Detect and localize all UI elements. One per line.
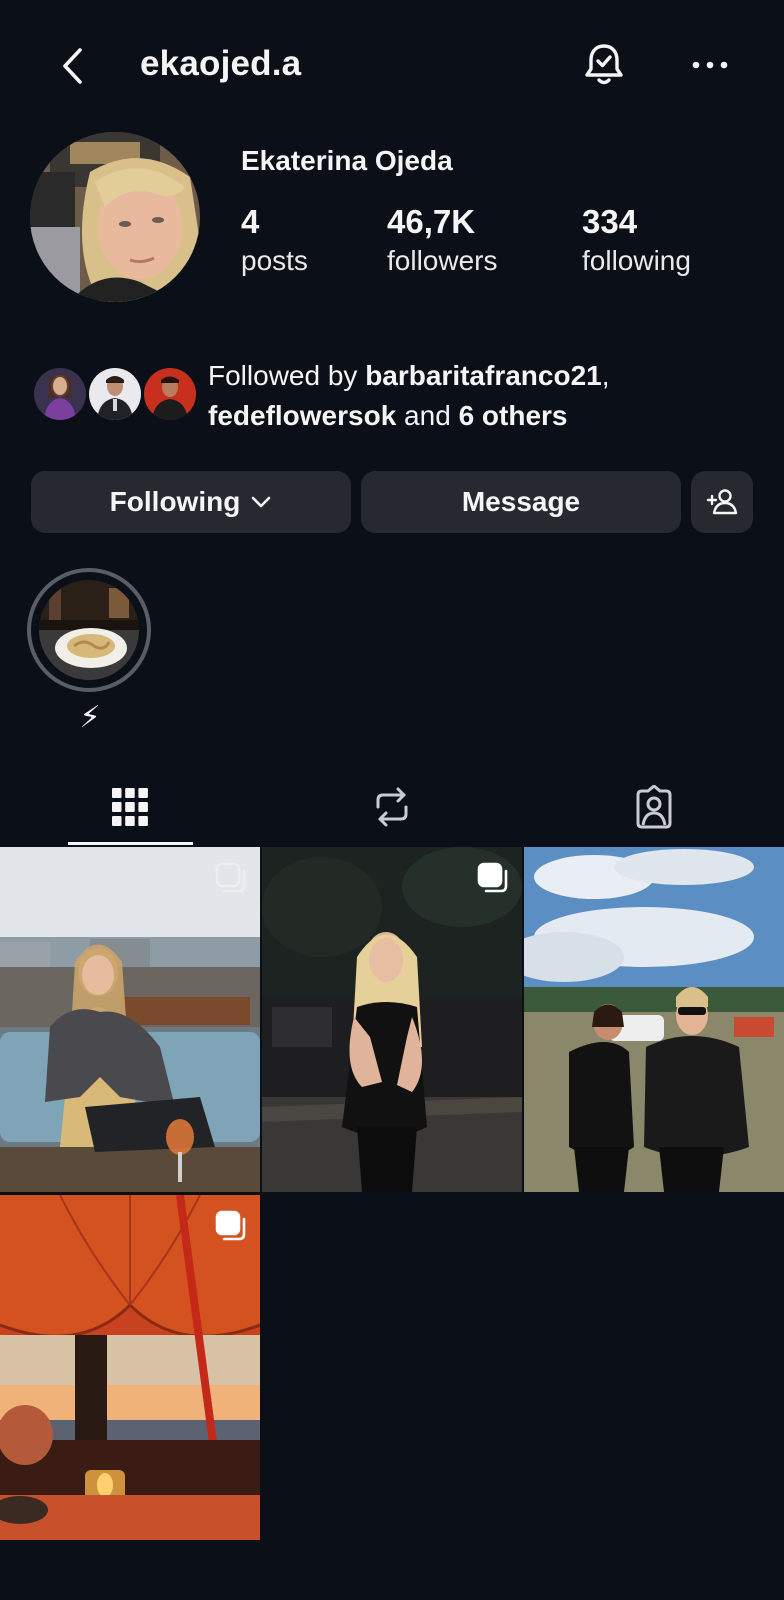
suggested-users-button[interactable] bbox=[691, 471, 753, 533]
followers-label: followers bbox=[387, 245, 498, 276]
multiple-photos-icon bbox=[215, 1210, 246, 1241]
story-highlight[interactable] bbox=[27, 568, 151, 692]
multiple-photos-icon bbox=[477, 862, 508, 893]
following-button[interactable]: Following bbox=[31, 471, 351, 533]
tab-tagged[interactable] bbox=[524, 770, 784, 844]
followed-by-and: and bbox=[396, 400, 459, 431]
tagged-user-icon bbox=[636, 785, 672, 829]
story-highlight-cover bbox=[39, 580, 139, 680]
active-tab-indicator bbox=[68, 842, 193, 845]
multiple-photos-icon bbox=[215, 862, 246, 893]
add-user-icon bbox=[706, 489, 738, 515]
followed-by-separator: , bbox=[601, 360, 610, 391]
mutual-follower-avatar[interactable] bbox=[86, 365, 144, 423]
notifications-button[interactable] bbox=[582, 42, 626, 88]
profile-avatar[interactable] bbox=[30, 132, 200, 302]
chevron-left-icon bbox=[63, 48, 82, 84]
profile-full-name: Ekaterina Ojeda bbox=[241, 145, 453, 176]
mutual-others-count: 6 others bbox=[458, 400, 568, 431]
bell-check-icon bbox=[585, 44, 623, 85]
tab-reposts[interactable] bbox=[262, 770, 522, 844]
post-thumbnail[interactable] bbox=[262, 847, 522, 1192]
following-stat[interactable]: 334 following bbox=[582, 203, 691, 279]
grid-icon bbox=[112, 788, 148, 826]
profile-username: ekaojed.a bbox=[140, 44, 302, 83]
mutual-follower-avatar[interactable] bbox=[31, 365, 89, 423]
message-button[interactable]: Message bbox=[361, 471, 681, 533]
followers-count: 46,7K bbox=[387, 203, 476, 240]
posts-stat[interactable]: 4 posts bbox=[241, 203, 308, 279]
back-button[interactable] bbox=[52, 44, 92, 88]
mutual-username: barbaritafranco21 bbox=[365, 360, 602, 391]
post-thumbnail[interactable] bbox=[0, 847, 260, 1192]
chevron-down-icon bbox=[252, 496, 271, 508]
mutual-username: fedeflowersok bbox=[208, 400, 397, 431]
followed-by-text[interactable]: Followed by barbaritafranco21, fedeflower… bbox=[208, 356, 768, 436]
more-horizontal-icon bbox=[692, 61, 728, 69]
mutual-follower-avatar[interactable] bbox=[141, 365, 199, 423]
message-button-label: Message bbox=[461, 486, 581, 517]
followers-stat[interactable]: 46,7K followers bbox=[387, 203, 497, 279]
repost-icon bbox=[376, 787, 408, 827]
post-thumbnail[interactable] bbox=[0, 1195, 260, 1540]
story-highlight-label: ⚡ bbox=[79, 701, 101, 734]
posts-count: 4 bbox=[241, 203, 260, 240]
followed-by-prefix: Followed by bbox=[208, 360, 366, 391]
following-button-label: Following bbox=[109, 486, 241, 517]
tab-posts-grid[interactable] bbox=[0, 770, 260, 844]
following-label: following bbox=[582, 245, 691, 276]
post-thumbnail[interactable] bbox=[524, 847, 784, 1192]
following-count: 334 bbox=[582, 203, 638, 240]
posts-label: posts bbox=[241, 245, 308, 276]
more-options-button[interactable] bbox=[690, 52, 730, 82]
